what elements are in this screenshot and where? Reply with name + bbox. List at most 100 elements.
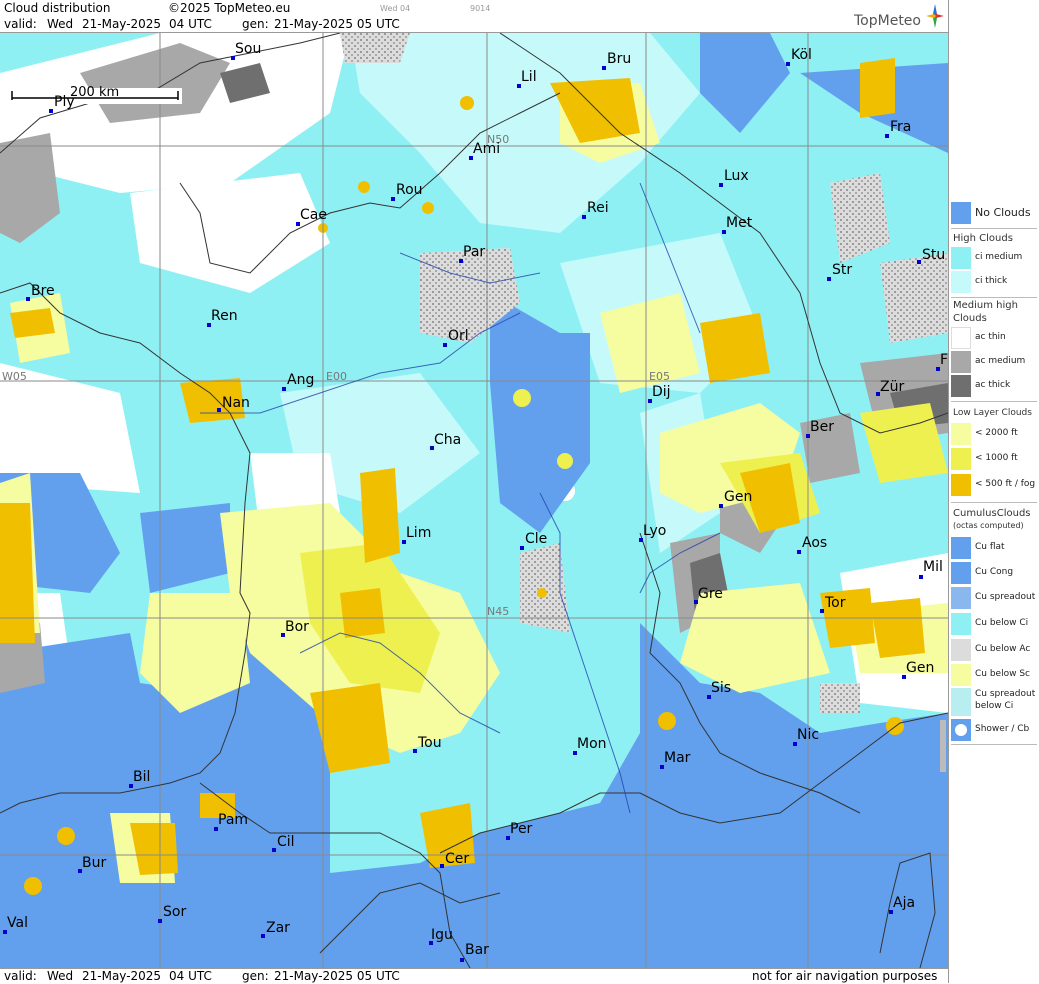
footer-valid-time: 04 UTC xyxy=(169,969,212,983)
legend-ac-thin: ac thin xyxy=(951,327,1037,349)
city-label: Val xyxy=(7,915,28,931)
city-label: Nic xyxy=(797,727,820,743)
legend-shower: Shower / Cb xyxy=(951,719,1037,741)
footer-disclaimer: not for air navigation purposes xyxy=(752,969,938,983)
legend-cu-title: CumulusClouds xyxy=(953,508,1031,519)
valid-label: valid: xyxy=(4,17,37,31)
valid-day: Wed xyxy=(47,17,74,31)
city-label: Rei xyxy=(587,200,609,216)
gen-label: gen: xyxy=(242,17,269,31)
legend-cu-subtitle: (octas computed) xyxy=(953,521,1024,530)
legend-no-clouds: No Clouds xyxy=(951,202,1037,224)
legend-swatch xyxy=(951,587,971,609)
city-label: Ren xyxy=(211,308,238,324)
city-label: Sis xyxy=(711,680,732,696)
legend-label: Cu below Ac xyxy=(975,644,1031,654)
cloud-map-canvas xyxy=(0,33,948,968)
valid-date: 21-May-2025 xyxy=(82,17,162,31)
legend-panel: No Clouds High Clouds ci medium ci thick… xyxy=(948,0,1039,983)
legend-cu-below-ac: Cu below Ac xyxy=(951,639,1037,661)
legend-label: No Clouds xyxy=(975,206,1031,219)
city-label: Lim xyxy=(406,525,432,541)
legend-medium-title-1: Medium high xyxy=(953,300,1018,311)
city-label: Per xyxy=(510,821,533,837)
city-label: Bur xyxy=(82,855,107,871)
legend-cu-spreadout-below-ci: Cu spreadout below Ci xyxy=(951,688,1037,716)
legend-swatch xyxy=(951,202,971,224)
city-label: Bor xyxy=(285,619,309,635)
city-label: Mil xyxy=(923,559,943,575)
city-label: Ang xyxy=(287,372,315,388)
footer-valid-day: Wed xyxy=(47,969,74,983)
city-label: Bru xyxy=(607,51,632,67)
footer-valid-label: valid: xyxy=(4,969,37,983)
map-title: Cloud distribution xyxy=(4,1,111,15)
legend-low-2000: < 2000 ft xyxy=(951,423,1037,445)
city-label: Aos xyxy=(802,535,828,551)
legend-low-title: Low Layer Clouds xyxy=(953,408,1032,418)
city-label: Gen xyxy=(906,660,935,676)
legend-label: ci medium xyxy=(975,252,1023,262)
city-label: Igu xyxy=(431,927,453,943)
city-label: Lux xyxy=(724,168,749,184)
legend-label: Shower / Cb xyxy=(975,724,1030,734)
city-label: Nan xyxy=(222,395,250,411)
grid-label-e00: E00 xyxy=(326,370,347,383)
legend-swatch xyxy=(951,719,971,741)
cloud-map[interactable]: 200 km N50 N45 W05 E00 E05 Sou Ply Bru K… xyxy=(0,33,948,968)
legend-label: < 1000 ft xyxy=(975,453,1018,463)
legend-cu-flat: Cu flat xyxy=(951,537,1037,559)
legend-swatch xyxy=(951,351,971,373)
city-label: Met xyxy=(726,215,753,231)
legend-swatch xyxy=(951,271,971,293)
city-label: Dij xyxy=(652,384,671,400)
city-label: Bil xyxy=(133,769,151,785)
city-label: Sou xyxy=(235,41,262,57)
city-label: Tor xyxy=(825,595,846,611)
city-label: Lyo xyxy=(643,523,667,539)
footer-gen-date: 21-May-2025 05 UTC xyxy=(274,969,400,983)
legend-label: ac thin xyxy=(975,332,1006,342)
legend-label: < 500 ft / fog xyxy=(975,479,1036,489)
grid-label-n45: N45 xyxy=(487,605,510,618)
city-label: Cil xyxy=(277,834,295,850)
city-label: Fra xyxy=(890,119,912,135)
legend-swatch xyxy=(951,562,971,584)
city-label: Ami xyxy=(473,141,501,157)
legend-swatch xyxy=(951,688,971,716)
city-label: Bre xyxy=(31,283,55,299)
legend-cu-below-sc: Cu below Sc xyxy=(951,664,1037,686)
legend-low-500: < 500 ft / fog xyxy=(951,474,1037,496)
city-label: Lil xyxy=(521,69,537,85)
city-label: Cer xyxy=(445,851,470,867)
legend-medium-title-2: Clouds xyxy=(953,313,987,324)
city-label: Zar xyxy=(266,920,290,936)
legend-label: Cu flat xyxy=(975,542,1005,552)
legend-label: ac thick xyxy=(975,380,1011,390)
city-label: Par xyxy=(463,244,486,260)
legend-swatch xyxy=(951,448,971,470)
map-footer: valid: Wed 21-May-2025 04 UTC gen: 21-Ma… xyxy=(0,968,948,984)
city-label: Ply xyxy=(54,94,75,110)
brand-logo-text: TopMeteo xyxy=(854,13,921,29)
legend-scrollbar[interactable] xyxy=(940,720,946,772)
city-label: Mar xyxy=(664,750,691,766)
city-label: Gre xyxy=(698,586,723,602)
city-label: Köl xyxy=(791,47,812,63)
legend-label: Cu spreadout xyxy=(975,689,1036,699)
grid-label-e05: E05 xyxy=(649,370,670,383)
legend-swatch xyxy=(951,639,971,661)
city-label: Bar xyxy=(465,942,489,958)
legend-label: ci thick xyxy=(975,276,1008,286)
city-label: F xyxy=(940,352,948,368)
legend-ci-thick: ci thick xyxy=(951,271,1037,293)
legend-label: Cu spreadout xyxy=(975,592,1036,602)
legend-high-title: High Clouds xyxy=(953,233,1013,244)
gen-date: 21-May-2025 05 UTC xyxy=(274,17,400,31)
tiny-code: 9014 xyxy=(470,4,491,13)
compass-logo-icon xyxy=(926,4,944,28)
legend-cu-below-ci: Cu below Ci xyxy=(951,613,1037,635)
legend-cu-cong: Cu Cong xyxy=(951,562,1037,584)
tiny-day: Wed 04 xyxy=(380,4,411,13)
copyright: ©2025 TopMeteo.eu xyxy=(168,1,291,15)
